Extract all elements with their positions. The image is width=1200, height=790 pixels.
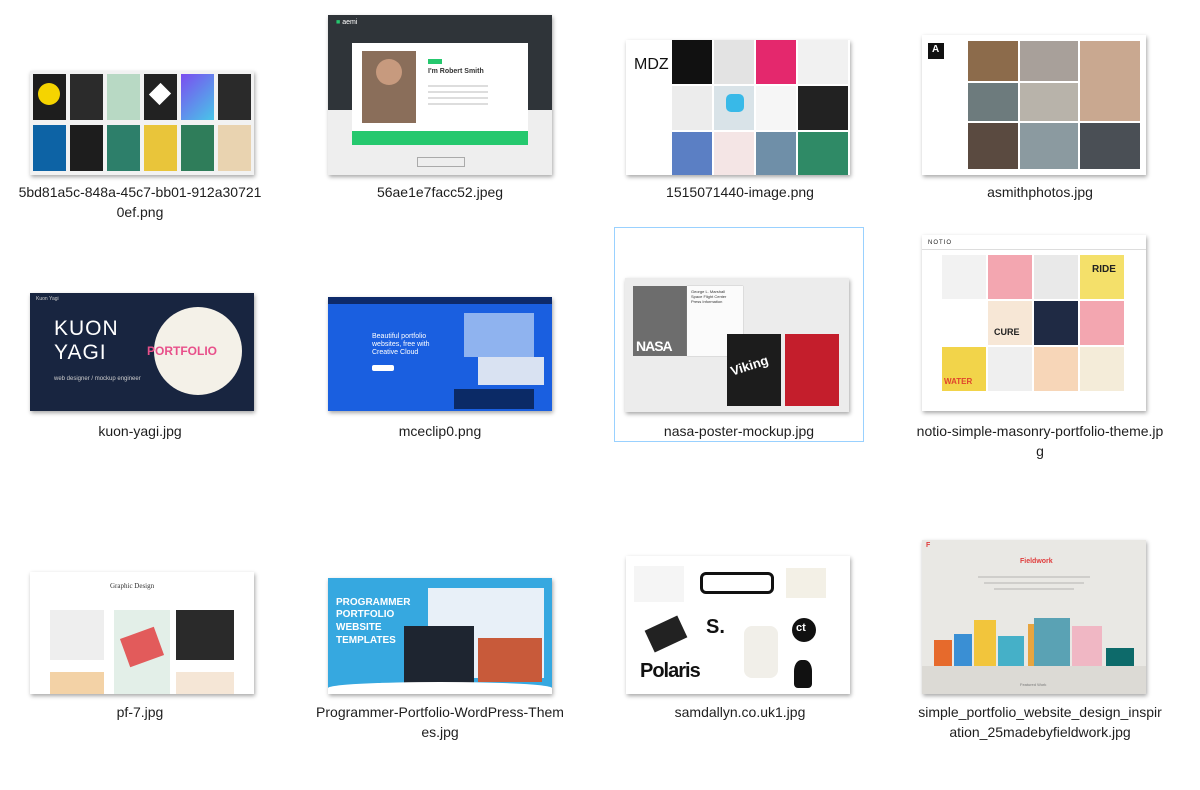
file-name: 1515071440-image.png: [666, 184, 814, 200]
file-name: samdallyn.co.uk1.jpg: [674, 704, 806, 720]
file-tile[interactable]: Graphic Design pf-7.jpg: [15, 512, 265, 738]
file-thumbnail: Kuon Yagi KUON YAGI PORTFOLIO web design…: [30, 293, 254, 411]
file-thumbnail: NASA George L. Marshall Space Flight Cen…: [625, 278, 849, 412]
file-name: simple_portfolio_website_design_inspirat…: [918, 704, 1162, 740]
file-name: Programmer-Portfolio-WordPress-Themes.jp…: [316, 704, 564, 740]
file-name: nasa-poster-mockup.jpg: [663, 423, 815, 439]
file-name: 5bd81a5c-848a-45c7-bb01-912a307210ef.png: [18, 184, 262, 220]
file-thumbnail: A: [922, 35, 1146, 175]
file-thumbnail: Beautiful portfolio websites, free with …: [328, 297, 552, 411]
file-name: asmithphotos.jpg: [987, 184, 1093, 200]
file-thumbnail: S. ct Polaris: [626, 556, 850, 694]
file-tile[interactable]: 5bd81a5c-848a-45c7-bb01-912a307210ef.png: [15, 0, 265, 226]
file-tile[interactable]: ■ aemi I'm Robert Smith 56ae1e7facc52.jp…: [315, 0, 565, 226]
file-tile[interactable]: S. ct Polaris samdallyn.co.uk1.jpg: [615, 512, 865, 738]
file-thumbnail: [30, 71, 254, 175]
file-thumbnail: MDZ: [626, 40, 850, 175]
file-name: 56ae1e7facc52.jpeg: [376, 184, 504, 200]
file-name: pf-7.jpg: [116, 704, 164, 720]
file-tile-selected[interactable]: NASA George L. Marshall Space Flight Cen…: [614, 227, 864, 442]
file-tile[interactable]: F Fieldwork Featured Work simple_portfol…: [915, 512, 1165, 740]
file-thumbnail: ■ aemi I'm Robert Smith: [328, 15, 552, 175]
file-tile[interactable]: Beautiful portfolio websites, free with …: [315, 228, 565, 442]
file-thumbnail: Graphic Design: [30, 572, 254, 694]
file-name: kuon-yagi.jpg: [98, 423, 182, 439]
file-thumbnail: F Fieldwork Featured Work: [922, 540, 1146, 694]
file-thumbnail: PROGRAMMER PORTFOLIO WEBSITE TEMPLATES: [328, 578, 552, 694]
file-name: mceclip0.png: [398, 423, 482, 439]
file-tile[interactable]: NOTIO RIDE CURE WATER notio-simple-mason…: [915, 228, 1165, 459]
file-tile[interactable]: Kuon Yagi KUON YAGI PORTFOLIO web design…: [15, 228, 265, 442]
file-tile[interactable]: PROGRAMMER PORTFOLIO WEBSITE TEMPLATES P…: [315, 512, 565, 740]
file-thumbnail: NOTIO RIDE CURE WATER: [922, 235, 1146, 411]
file-name: notio-simple-masonry-portfolio-theme.jpg: [916, 423, 1164, 459]
file-tile[interactable]: A asmithphotos.jpg: [915, 0, 1165, 226]
file-tile[interactable]: MDZ 1515071440-image.png: [615, 0, 865, 226]
